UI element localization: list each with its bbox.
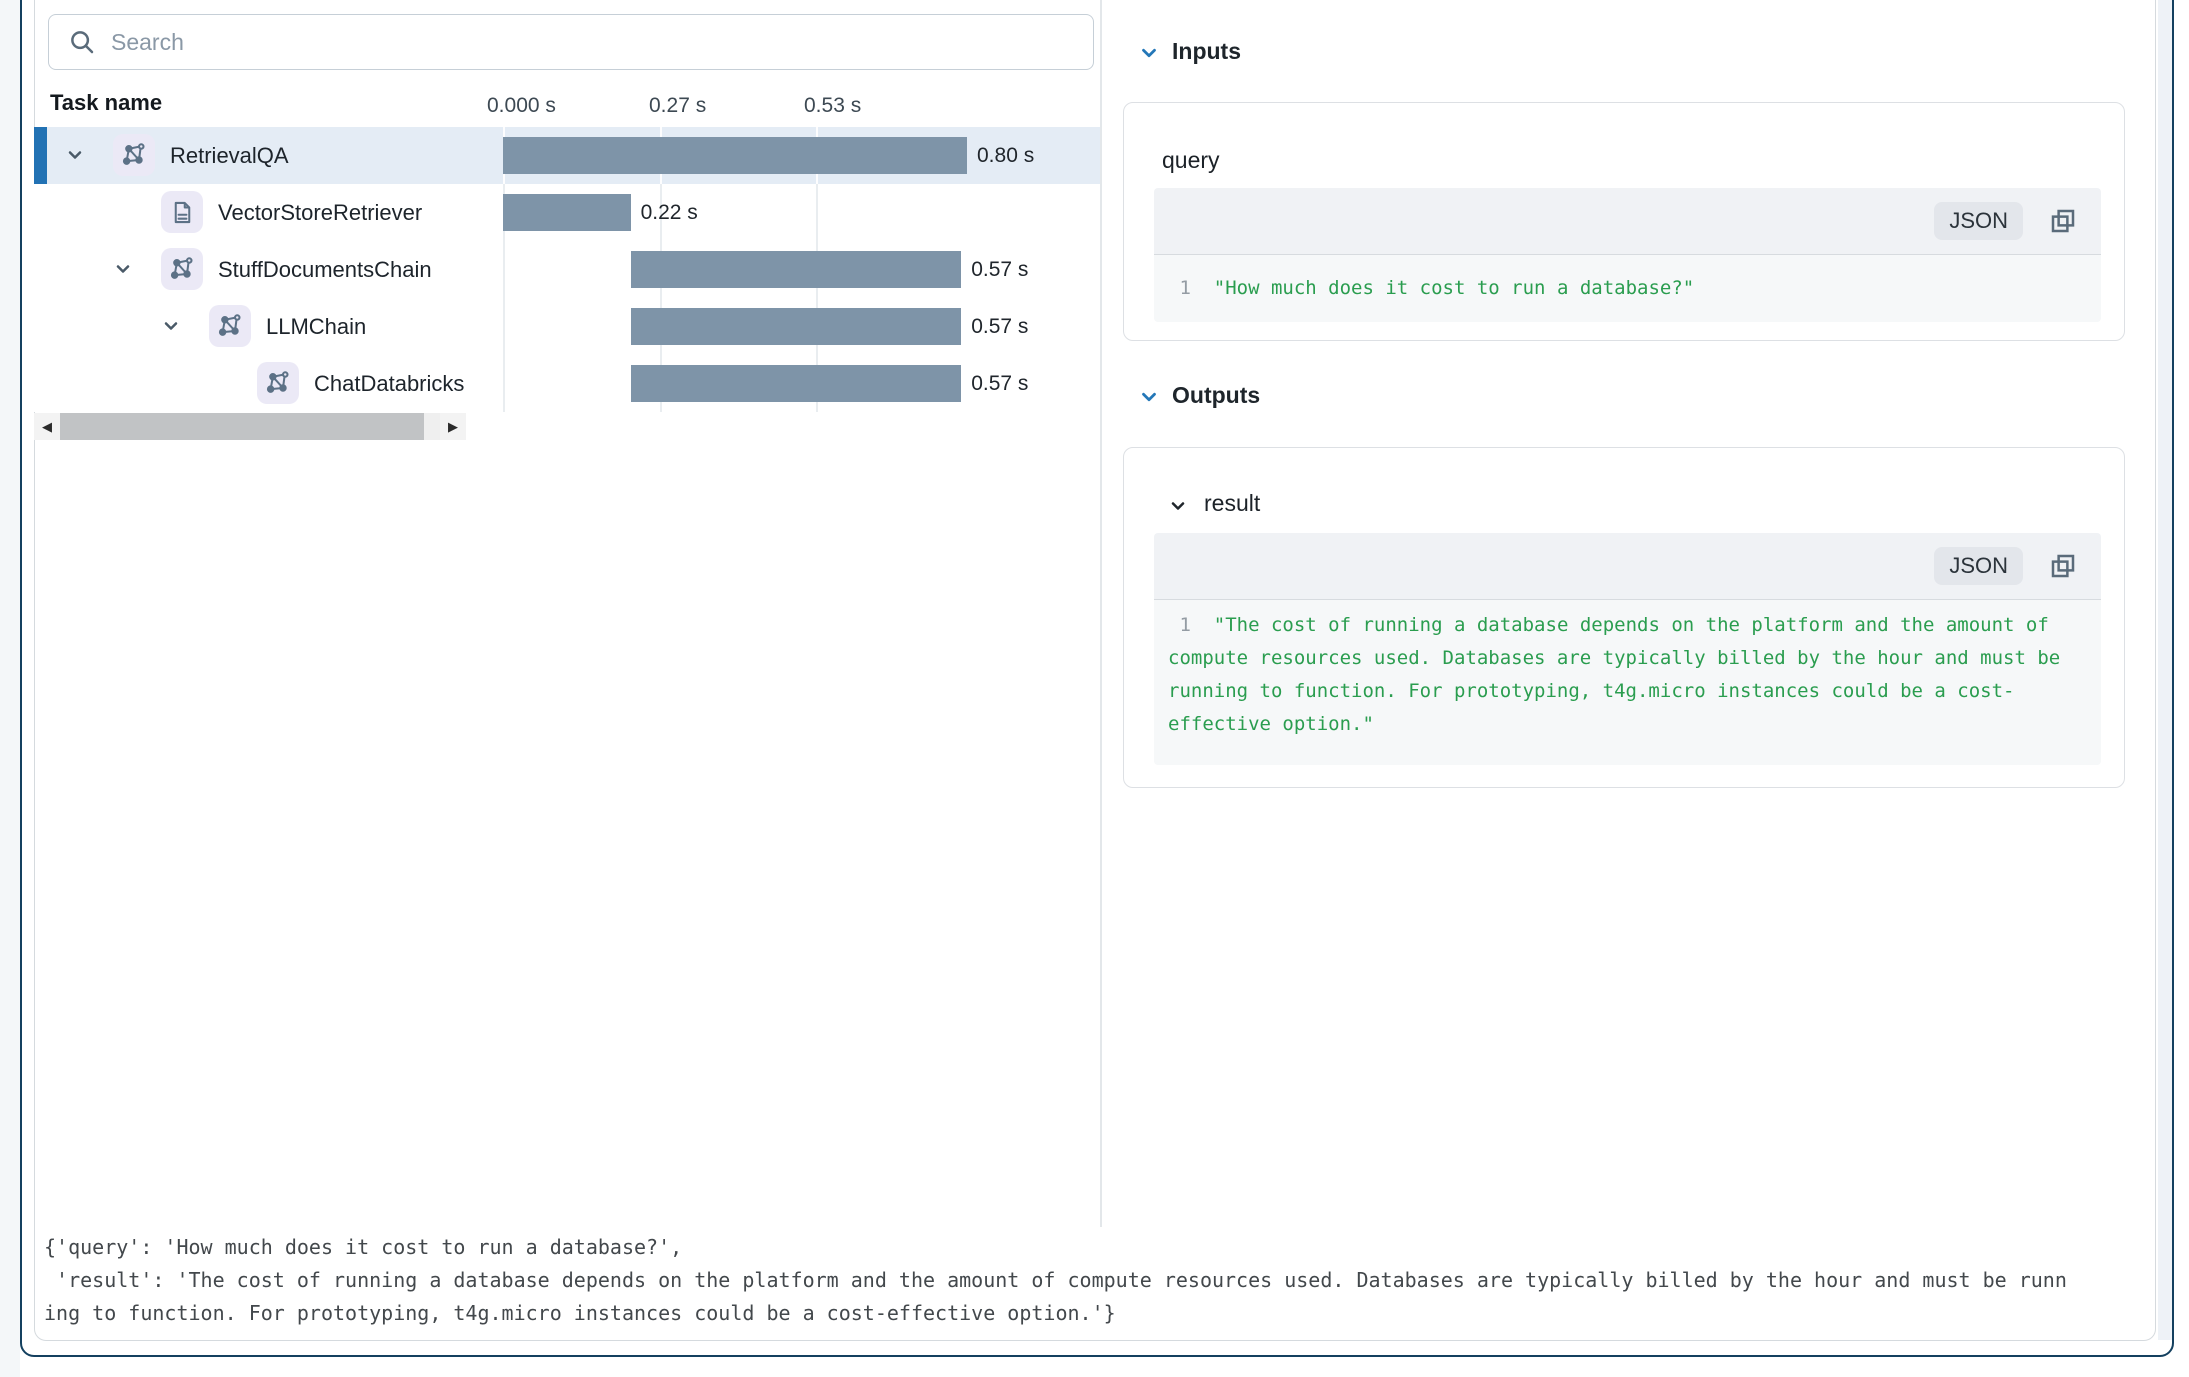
query-code-toolbar: JSON xyxy=(1154,188,2101,255)
span-tree-row-LLMChain[interactable]: LLMChain 0.57 s xyxy=(34,298,1100,355)
search-icon xyxy=(67,27,97,57)
span-tree-cell: RetrievalQA xyxy=(34,127,466,184)
span-name-label: ChatDatabricks xyxy=(314,355,464,412)
timeline-gridline xyxy=(503,241,505,298)
span-tree-row-StuffDocumentsChain[interactable]: StuffDocumentsChain 0.57 s xyxy=(34,241,1100,298)
search-input[interactable] xyxy=(111,29,1075,56)
horizontal-scrollbar[interactable]: ◀ ▶ xyxy=(34,413,466,440)
chain-icon xyxy=(161,248,203,290)
span-tree-cell: ChatDatabricks xyxy=(34,355,466,412)
span-name-label: RetrievalQA xyxy=(170,127,289,184)
span-name-label: StuffDocumentsChain xyxy=(218,241,432,298)
span-tree-cell: VectorStoreRetriever xyxy=(34,184,466,241)
timeline-gridline xyxy=(503,355,505,412)
span-name-label: LLMChain xyxy=(266,298,366,355)
search-box[interactable] xyxy=(48,14,1094,70)
json-format-badge[interactable]: JSON xyxy=(1934,547,2023,585)
span-tree-cell: LLMChain xyxy=(34,298,466,355)
result-code-body: 1 "The cost of running a database depend… xyxy=(1154,600,2101,765)
scrollbar-thumb[interactable] xyxy=(60,413,424,440)
axis-tick-1: 0.27 s xyxy=(649,94,706,118)
timeline-gridline xyxy=(816,184,818,241)
chain-icon xyxy=(209,305,251,347)
duration-bar[interactable] xyxy=(631,365,962,402)
query-code-block: JSON 1 "How much does it cost to run a d… xyxy=(1154,188,2101,322)
result-code-block: JSON 1 "The cost of running a database d… xyxy=(1154,533,2101,765)
duration-label: 0.57 s xyxy=(971,355,1028,412)
span-tree-cell: StuffDocumentsChain xyxy=(34,241,466,298)
expand-chevron-icon[interactable] xyxy=(65,145,85,165)
duration-label: 0.22 s xyxy=(641,184,698,241)
span-tree-rows: RetrievalQA 0.80 s VectorStoreRetriever … xyxy=(34,127,1100,412)
duration-label: 0.57 s xyxy=(971,298,1028,355)
scroll-right-button[interactable]: ▶ xyxy=(440,413,466,440)
duration-bar[interactable] xyxy=(503,194,631,231)
json-format-badge[interactable]: JSON xyxy=(1934,202,2023,240)
duration-label: 0.57 s xyxy=(971,241,1028,298)
result-code-toolbar: JSON xyxy=(1154,533,2101,600)
query-field-label: query xyxy=(1162,147,1220,174)
query-code-body: 1 "How much does it cost to run a databa… xyxy=(1154,255,2101,322)
page-right-gutter xyxy=(2158,0,2172,1340)
chain-icon xyxy=(257,362,299,404)
span-tree-row-VectorStoreRetriever[interactable]: VectorStoreRetriever 0.22 s xyxy=(34,184,1100,241)
scroll-left-button[interactable]: ◀ xyxy=(34,413,60,440)
duration-bar[interactable] xyxy=(631,251,962,288)
duration-bar[interactable] xyxy=(503,137,967,174)
output-result-card: result JSON 1 "The cost of running a dat… xyxy=(1123,447,2125,788)
span-tree-row-RetrievalQA[interactable]: RetrievalQA 0.80 s xyxy=(34,127,1100,184)
scrollbar-track[interactable] xyxy=(60,413,440,440)
outputs-section-title[interactable]: Outputs xyxy=(1172,382,1260,409)
task-name-column-header: Task name xyxy=(50,90,162,116)
expand-chevron-icon[interactable] xyxy=(161,316,181,336)
duration-label: 0.80 s xyxy=(977,127,1034,184)
notebook-cell-output: Task name 0.000 s 0.27 s 0.53 s Retrieva… xyxy=(0,0,2189,1377)
copy-icon[interactable] xyxy=(2047,205,2079,237)
inputs-collapse-chevron-icon[interactable] xyxy=(1138,42,1160,69)
outputs-collapse-chevron-icon[interactable] xyxy=(1138,386,1160,413)
axis-tick-0: 0.000 s xyxy=(487,94,556,118)
copy-icon[interactable] xyxy=(2047,550,2079,582)
timeline-gridline xyxy=(503,298,505,355)
result-collapse-chevron-icon[interactable] xyxy=(1168,496,1188,521)
result-code-text: 1 "The cost of running a database depend… xyxy=(1168,609,2060,741)
span-name-label: VectorStoreRetriever xyxy=(218,184,422,241)
panel-divider xyxy=(1100,0,1102,1227)
duration-bar[interactable] xyxy=(631,308,962,345)
input-query-card: query JSON 1 "How much does it cost to r… xyxy=(1123,102,2125,341)
span-tree-row-ChatDatabricks[interactable]: ChatDatabricks 0.57 s xyxy=(34,355,1100,412)
chain-icon xyxy=(113,134,155,176)
page-left-gutter xyxy=(0,0,20,1377)
inputs-section-title[interactable]: Inputs xyxy=(1172,38,1241,65)
query-code-text: 1 "How much does it cost to run a databa… xyxy=(1168,272,1694,305)
axis-tick-2: 0.53 s xyxy=(804,94,861,118)
console-output: {'query': 'How much does it cost to run … xyxy=(44,1231,2144,1330)
expand-chevron-icon[interactable] xyxy=(113,259,133,279)
selected-row-accent xyxy=(34,127,47,184)
document-icon xyxy=(161,191,203,233)
result-field-label[interactable]: result xyxy=(1204,490,1260,517)
